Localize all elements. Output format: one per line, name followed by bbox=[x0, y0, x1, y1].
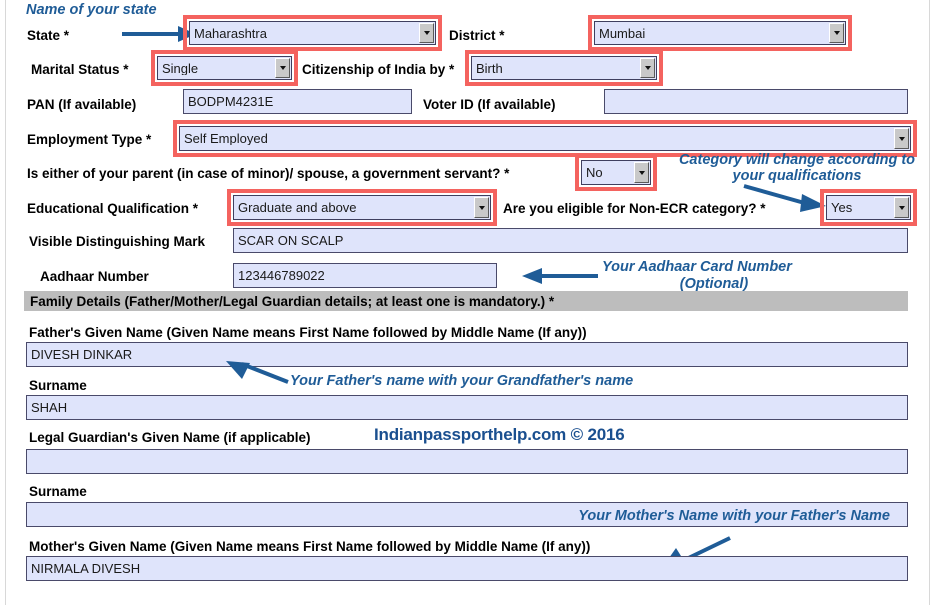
arrow-to-father-name bbox=[226, 361, 289, 384]
label-mother-given-name: Mother's Given Name (Given Name means Fi… bbox=[29, 539, 591, 554]
chevron-down-icon[interactable] bbox=[634, 162, 649, 183]
input-father-given-name-value: DIVESH DINKAR bbox=[31, 347, 133, 362]
input-guardian-given-name[interactable] bbox=[26, 449, 908, 474]
annotation-category-note-line2: your qualifications bbox=[732, 168, 862, 184]
label-citizenship: Citizenship of India by * bbox=[302, 62, 455, 77]
label-pan: PAN (If available) bbox=[27, 97, 137, 112]
input-voter-id[interactable] bbox=[604, 89, 908, 114]
chevron-down-icon[interactable] bbox=[640, 58, 655, 78]
select-non-ecr-value: Yes bbox=[831, 201, 853, 214]
label-district: District * bbox=[449, 28, 505, 43]
select-marital-status[interactable]: Single bbox=[157, 56, 292, 80]
annotation-aadhaar-note-line2: (Optional) bbox=[679, 276, 749, 292]
label-father-given-name: Father's Given Name (Given Name means Fi… bbox=[29, 325, 587, 340]
select-education[interactable]: Graduate and above bbox=[233, 195, 491, 220]
select-non-ecr[interactable]: Yes bbox=[826, 195, 911, 220]
input-pan-value: BODPM4231E bbox=[188, 94, 274, 109]
annotation-category-note-line1: Category will change according to bbox=[678, 152, 916, 168]
label-visible-mark: Visible Distinguishing Mark bbox=[29, 234, 206, 249]
input-pan[interactable]: BODPM4231E bbox=[183, 89, 412, 114]
input-mother-given-name-value: NIRMALA DIVESH bbox=[31, 561, 141, 576]
select-citizenship-value: Birth bbox=[476, 61, 503, 75]
passport-form-page: Name of your state State * Maharashtra D… bbox=[0, 0, 936, 605]
label-marital-status: Marital Status * bbox=[31, 62, 129, 77]
input-visible-mark-value: SCAR ON SCALP bbox=[238, 233, 344, 248]
chevron-down-icon[interactable] bbox=[829, 23, 844, 43]
page-border-right bbox=[929, 0, 930, 605]
arrow-to-state bbox=[122, 26, 196, 42]
select-govt-servant[interactable]: No bbox=[581, 160, 651, 185]
annotation-aadhaar-note-line1: Your Aadhaar Card Number bbox=[602, 259, 792, 275]
watermark-text: Indianpassporthelp.com © 2016 bbox=[374, 425, 625, 444]
input-father-surname[interactable]: SHAH bbox=[26, 395, 908, 420]
label-employment-type: Employment Type * bbox=[27, 132, 152, 147]
label-aadhaar: Aadhaar Number bbox=[40, 269, 149, 284]
annotation-mother-note: Your Mother's Name with your Father's Na… bbox=[578, 508, 890, 524]
label-state: State * bbox=[27, 28, 70, 43]
label-guardian-given-name: Legal Guardian's Given Name (if applicab… bbox=[29, 430, 311, 445]
input-father-given-name[interactable]: DIVESH DINKAR bbox=[26, 342, 908, 367]
chevron-down-icon[interactable] bbox=[275, 58, 290, 78]
input-visible-mark[interactable]: SCAR ON SCALP bbox=[233, 228, 908, 253]
label-voter-id: Voter ID (If available) bbox=[423, 97, 556, 112]
select-employment-type-value: Self Employed bbox=[184, 132, 268, 145]
chevron-down-icon[interactable] bbox=[894, 197, 909, 218]
chevron-down-icon[interactable] bbox=[419, 23, 434, 43]
label-education: Educational Qualification * bbox=[27, 201, 199, 216]
select-govt-servant-value: No bbox=[586, 166, 603, 179]
label-non-ecr: Are you eligible for Non-ECR category? * bbox=[503, 201, 766, 216]
select-education-value: Graduate and above bbox=[238, 201, 357, 214]
select-state[interactable]: Maharashtra bbox=[189, 21, 436, 45]
input-mother-given-name[interactable]: NIRMALA DIVESH bbox=[26, 556, 908, 581]
label-father-surname: Surname bbox=[29, 378, 87, 393]
select-employment-type[interactable]: Self Employed bbox=[179, 126, 911, 151]
select-state-value: Maharashtra bbox=[194, 26, 267, 40]
annotation-father-note: Your Father's name with your Grandfather… bbox=[290, 373, 634, 389]
select-district-value: Mumbai bbox=[599, 26, 646, 40]
family-details-banner: Family Details (Father/Mother/Legal Guar… bbox=[24, 291, 908, 311]
arrow-to-aadhaar bbox=[522, 268, 598, 284]
select-district[interactable]: Mumbai bbox=[594, 21, 846, 45]
label-govt-servant: Is either of your parent (in case of min… bbox=[27, 166, 510, 181]
annotation-state-note: Name of your state bbox=[26, 2, 157, 18]
select-marital-status-value: Single bbox=[162, 61, 199, 75]
select-citizenship[interactable]: Birth bbox=[471, 56, 657, 80]
chevron-down-icon[interactable] bbox=[894, 128, 909, 149]
input-father-surname-value: SHAH bbox=[31, 400, 68, 415]
chevron-down-icon[interactable] bbox=[474, 197, 489, 218]
label-guardian-surname: Surname bbox=[29, 484, 87, 499]
input-aadhaar[interactable]: 123446789022 bbox=[233, 263, 497, 288]
page-border-left bbox=[5, 0, 6, 605]
input-aadhaar-value: 123446789022 bbox=[238, 268, 325, 283]
